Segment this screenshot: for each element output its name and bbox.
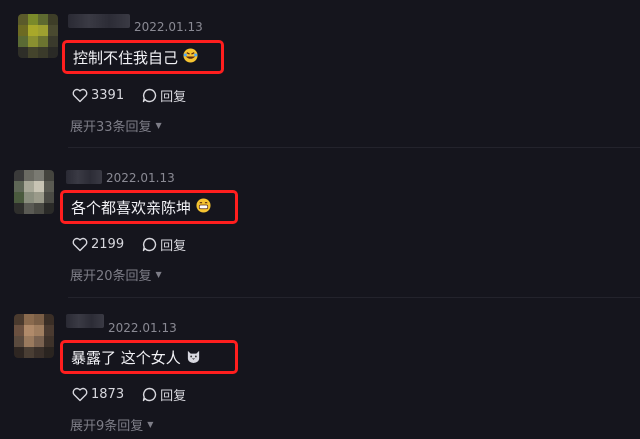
like-count: 3391 <box>91 88 125 103</box>
like-count: 2199 <box>91 237 125 252</box>
username-blurred[interactable] <box>66 314 104 328</box>
cat-emoji-icon <box>186 348 201 366</box>
heart-icon <box>72 237 88 252</box>
reply-label: 回复 <box>160 389 187 404</box>
chat-bubble-icon <box>142 88 157 103</box>
rofl-emoji-icon <box>183 48 198 66</box>
expand-replies-label: 展开20条回复 <box>70 269 152 284</box>
like-button[interactable]: 2199 <box>72 237 124 252</box>
comment-actions: 3391 回复 <box>72 86 204 105</box>
comment-date: 2022.01.13 <box>106 171 175 185</box>
expand-replies-label: 展开9条回复 <box>70 419 144 434</box>
reply-button[interactable]: 回复 <box>142 235 186 254</box>
reply-label: 回复 <box>160 90 187 105</box>
reply-label: 回复 <box>160 239 187 254</box>
like-count: 1873 <box>91 387 125 402</box>
avatar[interactable] <box>14 314 54 358</box>
like-button[interactable]: 1873 <box>72 387 124 402</box>
expand-replies-label: 展开33条回复 <box>70 120 152 135</box>
chevron-down-icon: ▼ <box>155 121 162 130</box>
comment-date: 2022.01.13 <box>134 20 203 34</box>
heart-icon <box>72 88 88 103</box>
chat-bubble-icon <box>142 387 157 402</box>
chevron-down-icon: ▼ <box>147 420 154 429</box>
like-button[interactable]: 3391 <box>72 88 124 103</box>
comment-text: 控制不住我自己 <box>62 40 224 74</box>
expand-replies-link[interactable]: 展开33条回复 ▼ <box>70 116 162 135</box>
chevron-down-icon: ▼ <box>155 270 162 279</box>
divider <box>68 297 640 298</box>
expand-replies-link[interactable]: 展开20条回复 ▼ <box>70 265 162 284</box>
username-blurred[interactable] <box>68 14 130 28</box>
heart-icon <box>72 387 88 402</box>
username-blurred[interactable] <box>66 170 102 184</box>
divider <box>68 147 640 148</box>
comment-text: 各个都喜欢亲陈坤 <box>60 190 238 224</box>
comment-text-label: 控制不住我自己 <box>73 48 179 67</box>
comment-text: 暴露了 这个女人 <box>60 340 238 374</box>
reply-button[interactable]: 回复 <box>142 86 186 105</box>
comment-text-label: 暴露了 这个女人 <box>71 348 181 367</box>
expand-replies-link[interactable]: 展开9条回复 ▼ <box>70 415 153 434</box>
avatar[interactable] <box>18 14 58 58</box>
comment-actions: 2199 回复 <box>72 235 204 254</box>
comment-date: 2022.01.13 <box>108 321 177 335</box>
grin-emoji-icon <box>196 198 211 216</box>
avatar[interactable] <box>14 170 54 214</box>
comment-actions: 1873 回复 <box>72 385 204 404</box>
chat-bubble-icon <box>142 237 157 252</box>
comment-text-label: 各个都喜欢亲陈坤 <box>71 198 192 217</box>
reply-button[interactable]: 回复 <box>142 385 186 404</box>
